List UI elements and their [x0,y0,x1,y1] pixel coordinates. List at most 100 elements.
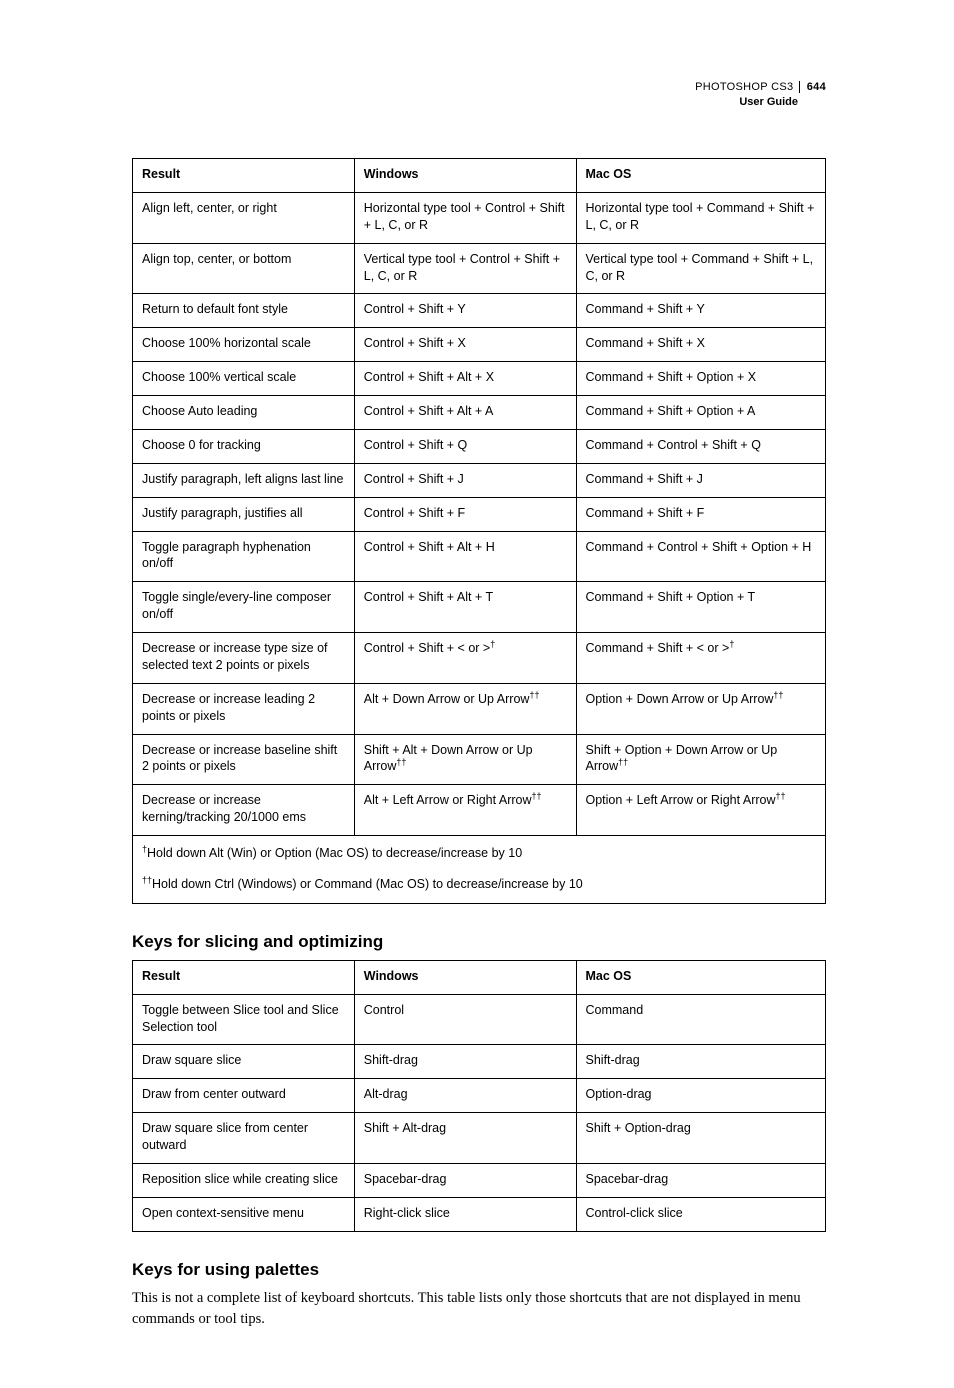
cell-windows: Shift-drag [354,1045,576,1079]
cell-mac: Command + Shift + Option + X [576,362,826,396]
cell-mac: Shift + Option + Down Arrow or Up Arrow†… [576,734,826,785]
table-row: Decrease or increase baseline shift 2 po… [133,734,826,785]
guide-label: User Guide [695,95,826,110]
dagger-icon: †† [529,690,539,700]
col-header-result: Result [133,960,355,994]
type-shortcuts-table: Result Windows Mac OS Align left, center… [132,158,826,904]
cell-mac: Control-click slice [576,1197,826,1231]
table-row: Choose 100% vertical scaleControl + Shif… [133,362,826,396]
cell-windows: Alt + Left Arrow or Right Arrow†† [354,785,576,836]
section-intro-text: This is not a complete list of keyboard … [132,1288,826,1330]
running-header: PHOTOSHOP CS3 644 User Guide [695,80,826,110]
cell-windows: Control + Shift + Q [354,429,576,463]
footnote-text-2: Hold down Ctrl (Windows) or Command (Mac… [152,877,583,891]
cell-result: Justify paragraph, left aligns last line [133,463,355,497]
cell-result: Choose 100% horizontal scale [133,328,355,362]
cell-result: Align left, center, or right [133,192,355,243]
cell-result: Choose 100% vertical scale [133,362,355,396]
table-row: Decrease or increase kerning/tracking 20… [133,785,826,836]
page-number: 644 [799,81,826,93]
cell-windows: Horizontal type tool + Control + Shift +… [354,192,576,243]
table-row: Draw square sliceShift-dragShift-drag [133,1045,826,1079]
table-row: Draw from center outwardAlt-dragOption-d… [133,1079,826,1113]
section-heading-slicing: Keys for slicing and optimizing [132,932,826,952]
table-row: Choose Auto leadingControl + Shift + Alt… [133,396,826,430]
cell-mac: Option + Down Arrow or Up Arrow†† [576,683,826,734]
dagger-icon: †† [618,757,628,767]
cell-windows: Spacebar-drag [354,1163,576,1197]
cell-result: Decrease or increase type size of select… [133,633,355,684]
cell-windows: Control [354,994,576,1045]
cell-mac: Command + Shift + Option + T [576,582,826,633]
table-row: Decrease or increase type size of select… [133,633,826,684]
cell-windows: Alt-drag [354,1079,576,1113]
cell-mac: Command + Shift + Y [576,294,826,328]
product-name: PHOTOSHOP CS3 [695,81,793,93]
cell-result: Toggle single/every-line composer on/off [133,582,355,633]
cell-mac: Command + Control + Shift + Option + H [576,531,826,582]
col-header-mac: Mac OS [576,159,826,193]
dagger-icon: †† [773,690,783,700]
cell-mac: Command + Shift + < or >† [576,633,826,684]
cell-result: Draw square slice [133,1045,355,1079]
cell-windows: Alt + Down Arrow or Up Arrow†† [354,683,576,734]
col-header-windows: Windows [354,159,576,193]
cell-result: Justify paragraph, justifies all [133,497,355,531]
cell-result: Return to default font style [133,294,355,328]
cell-windows: Control + Shift + J [354,463,576,497]
cell-windows: Control + Shift + Alt + X [354,362,576,396]
cell-mac: Command + Shift + F [576,497,826,531]
cell-windows: Vertical type tool + Control + Shift + L… [354,243,576,294]
cell-windows: Control + Shift + Alt + H [354,531,576,582]
cell-mac: Option-drag [576,1079,826,1113]
cell-mac: Shift + Option-drag [576,1113,826,1164]
cell-windows: Shift + Alt-drag [354,1113,576,1164]
cell-windows: Shift + Alt + Down Arrow or Up Arrow†† [354,734,576,785]
cell-windows: Control + Shift + Y [354,294,576,328]
table-row: Justify paragraph, left aligns last line… [133,463,826,497]
table-row: Return to default font styleControl + Sh… [133,294,826,328]
cell-result: Toggle between Slice tool and Slice Sele… [133,994,355,1045]
cell-mac: Command + Shift + Option + A [576,396,826,430]
cell-mac: Vertical type tool + Command + Shift + L… [576,243,826,294]
col-header-result: Result [133,159,355,193]
cell-result: Decrease or increase kerning/tracking 20… [133,785,355,836]
cell-mac: Horizontal type tool + Command + Shift +… [576,192,826,243]
cell-result: Reposition slice while creating slice [133,1163,355,1197]
dagger-icon: † [490,639,495,649]
cell-mac: Option + Left Arrow or Right Arrow†† [576,785,826,836]
cell-result: Decrease or increase baseline shift 2 po… [133,734,355,785]
table-row: Reposition slice while creating sliceSpa… [133,1163,826,1197]
cell-windows: Right-click slice [354,1197,576,1231]
cell-result: Choose 0 for tracking [133,429,355,463]
table-row: Open context-sensitive menuRight-click s… [133,1197,826,1231]
footnote-text-1: Hold down Alt (Win) or Option (Mac OS) t… [147,846,522,860]
dagger-icon: †† [776,791,786,801]
table-row: Toggle paragraph hyphenation on/offContr… [133,531,826,582]
cell-result: Open context-sensitive menu [133,1197,355,1231]
cell-windows: Control + Shift + < or >† [354,633,576,684]
slicing-shortcuts-table: Result Windows Mac OS Toggle between Sli… [132,960,826,1232]
cell-result: Toggle paragraph hyphenation on/off [133,531,355,582]
dagger-icon: † [729,639,734,649]
col-header-mac: Mac OS [576,960,826,994]
cell-result: Decrease or increase leading 2 points or… [133,683,355,734]
cell-result: Choose Auto leading [133,396,355,430]
table-row: Draw square slice from center outwardShi… [133,1113,826,1164]
cell-result: Draw from center outward [133,1079,355,1113]
table-row: Toggle single/every-line composer on/off… [133,582,826,633]
cell-windows: Control + Shift + Alt + A [354,396,576,430]
table-row: Decrease or increase leading 2 points or… [133,683,826,734]
cell-windows: Control + Shift + X [354,328,576,362]
dagger-icon: †† [532,791,542,801]
table-footnotes: †Hold down Alt (Win) or Option (Mac OS) … [133,836,826,904]
table-row: Align top, center, or bottomVertical typ… [133,243,826,294]
table-row: Toggle between Slice tool and Slice Sele… [133,994,826,1045]
cell-result: Draw square slice from center outward [133,1113,355,1164]
footnote-dagger: †† [142,875,152,885]
cell-mac: Spacebar-drag [576,1163,826,1197]
section-heading-palettes: Keys for using palettes [132,1260,826,1280]
table-row: Choose 0 for trackingControl + Shift + Q… [133,429,826,463]
cell-mac: Command + Control + Shift + Q [576,429,826,463]
dagger-icon: †† [396,757,406,767]
